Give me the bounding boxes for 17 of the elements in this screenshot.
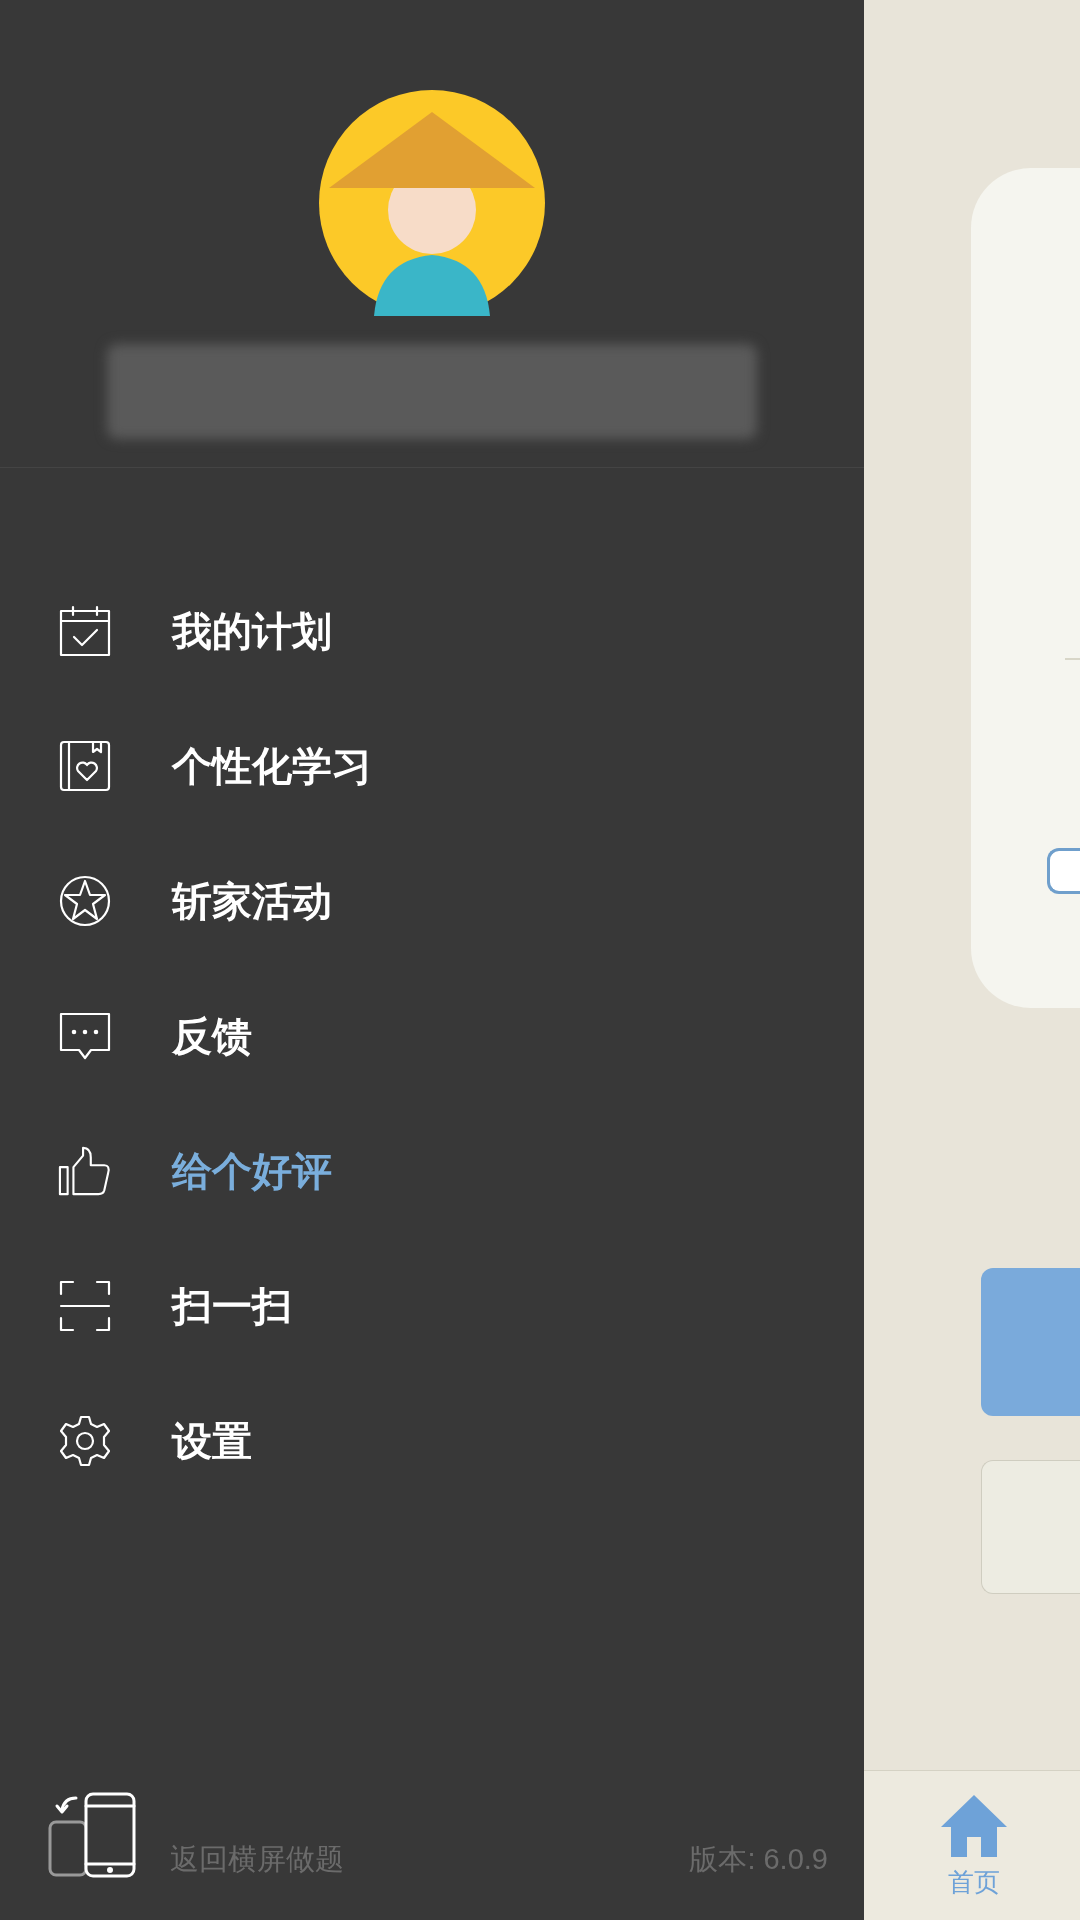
scan-frame-icon <box>59 1279 111 1332</box>
drawer-menu-item[interactable]: 扫一扫 <box>0 1238 864 1373</box>
drawer-menu-item[interactable]: 我的计划 <box>0 563 864 698</box>
thumbs-up-icon <box>58 1144 112 1197</box>
secondary-action-button[interactable] <box>981 1460 1080 1594</box>
primary-action-button[interactable] <box>981 1268 1080 1416</box>
star-circle-icon <box>59 874 111 927</box>
drawer-menu-item[interactable]: 个性化学习 <box>0 698 864 833</box>
rotate-phone-icon <box>48 1792 136 1878</box>
home-icon <box>939 1793 1009 1859</box>
drawer-menu-item[interactable]: 反馈 <box>0 968 864 1103</box>
drawer-menu-item[interactable]: 给个好评 <box>0 1103 864 1238</box>
calendar-check-icon <box>59 604 111 657</box>
settings-icon <box>59 1414 111 1467</box>
toggle-control[interactable] <box>1047 848 1080 894</box>
drawer-menu-item[interactable]: 设置 <box>0 1373 864 1508</box>
drawer-menu-item[interactable]: 斩家活动 <box>0 833 864 968</box>
